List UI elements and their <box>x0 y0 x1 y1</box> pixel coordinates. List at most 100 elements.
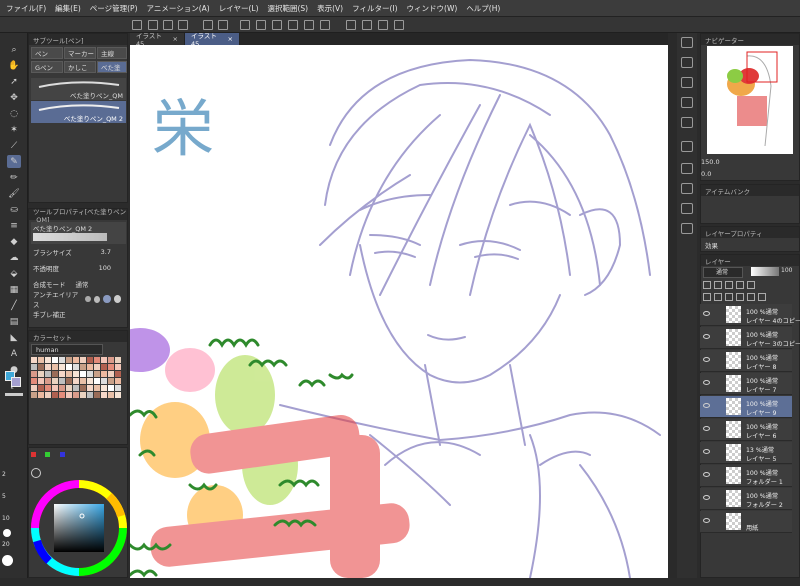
lock-icon[interactable] <box>703 281 711 289</box>
color-swatch[interactable] <box>45 364 51 370</box>
drawing-canvas[interactable]: 栄 <box>130 45 668 578</box>
decoration-icon[interactable]: ≡ <box>7 219 21 232</box>
merge-icon[interactable] <box>736 293 744 301</box>
size-5[interactable]: 5 <box>2 493 6 500</box>
color-swatch[interactable] <box>31 364 37 370</box>
color-swatch[interactable] <box>108 364 114 370</box>
color-swatch[interactable] <box>38 364 44 370</box>
layer-row[interactable]: 100 %通常 レイヤー 7 <box>700 373 792 395</box>
layer-row[interactable]: 100 %通常 レイヤー 3のコピー <box>700 327 800 349</box>
aa-strong-icon[interactable] <box>113 295 122 303</box>
color-swatch[interactable] <box>87 371 93 377</box>
color-swatch[interactable] <box>101 364 107 370</box>
color-swatch[interactable] <box>66 364 72 370</box>
color-swatch[interactable] <box>108 392 114 398</box>
save-icon[interactable] <box>178 20 188 30</box>
color-swatch[interactable] <box>80 357 86 363</box>
color-swatch[interactable] <box>115 357 121 363</box>
color-swatch[interactable] <box>87 378 93 384</box>
color-swatch[interactable] <box>115 364 121 370</box>
color-swatch[interactable] <box>52 378 58 384</box>
canvas-scrollbar[interactable] <box>668 33 677 578</box>
color-swatch[interactable] <box>52 357 58 363</box>
color-swatch[interactable] <box>31 378 37 384</box>
menu-item-8[interactable]: ウィンドウ(W) <box>407 3 458 14</box>
color-swatch[interactable] <box>38 371 44 377</box>
clip-icon[interactable] <box>714 281 722 289</box>
color-swatch[interactable] <box>94 385 100 391</box>
color-swatch[interactable] <box>87 385 93 391</box>
aa-mid-icon[interactable] <box>103 295 111 303</box>
color-swatch[interactable] <box>94 392 100 398</box>
color-swatch[interactable] <box>73 378 79 384</box>
eye-icon[interactable] <box>703 495 710 500</box>
clear-icon[interactable] <box>256 20 266 30</box>
layer-tab[interactable]: レイヤー <box>705 256 731 266</box>
color-swatch[interactable] <box>87 364 93 370</box>
figure-tool-icon[interactable]: ╱ <box>7 299 21 312</box>
sub-color-icon[interactable] <box>11 377 21 387</box>
layer-row[interactable]: 100 %通常 レイヤー 8 <box>700 350 792 372</box>
ref-icon[interactable] <box>725 281 733 289</box>
eye-icon[interactable] <box>703 357 710 362</box>
eyedropper-icon[interactable]: ⟋ <box>7 139 21 152</box>
menu-item-5[interactable]: 選択範囲(S) <box>268 3 309 14</box>
pen-tool-icon[interactable]: ✎ <box>7 155 21 168</box>
menu-item-3[interactable]: アニメーション(A) <box>147 3 210 14</box>
menu-item-9[interactable]: ヘルプ(H) <box>466 3 500 14</box>
brush-item-2[interactable]: べた塗りペン_QM 2 <box>31 101 126 123</box>
subtool-tab-pen[interactable]: ペン <box>31 47 63 59</box>
grid-icon[interactable] <box>320 20 330 30</box>
layer-row[interactable]: 100 %通常 フォルダー 1 <box>700 465 792 487</box>
color-swatch[interactable] <box>38 378 44 384</box>
new-raster-icon[interactable] <box>703 293 711 301</box>
color-swatch[interactable] <box>73 385 79 391</box>
delete-layer-icon[interactable] <box>758 293 766 301</box>
subtool-tab-gpen[interactable]: Gペン <box>31 61 63 73</box>
color-swatch[interactable] <box>52 385 58 391</box>
layer-search-dock-icon[interactable] <box>681 183 693 194</box>
color-swatch[interactable] <box>66 357 72 363</box>
color-swatch[interactable] <box>45 378 51 384</box>
eye-icon[interactable] <box>703 334 710 339</box>
color-swatch[interactable] <box>115 378 121 384</box>
color-swatch[interactable] <box>115 371 121 377</box>
zoom-tool-icon[interactable]: ⌕ <box>7 43 21 56</box>
new-file-icon[interactable] <box>148 20 158 30</box>
menu-item-4[interactable]: レイヤー(L) <box>219 3 259 14</box>
size-20[interactable]: 20 <box>2 541 10 548</box>
selection-icon[interactable] <box>240 20 250 30</box>
color-swatch[interactable] <box>94 378 100 384</box>
quick-access-dock-icon[interactable] <box>681 163 693 174</box>
color-swatch[interactable] <box>108 371 114 377</box>
eye-icon[interactable] <box>703 380 710 385</box>
size-10[interactable]: 10 <box>2 515 10 522</box>
layer-row[interactable]: 100 %通常 レイヤー 9 <box>700 396 792 418</box>
color-swatch[interactable] <box>73 371 79 377</box>
item-bank-dock-icon[interactable] <box>681 141 693 152</box>
layer-row[interactable]: 13 %通常 レイヤー 5 <box>700 442 792 464</box>
color-swatch[interactable] <box>115 385 121 391</box>
color-swatch[interactable] <box>73 357 79 363</box>
special-ruler-icon[interactable] <box>378 20 388 30</box>
tab-illust-1[interactable]: イラスト45 × <box>130 32 185 48</box>
subtool-tab-marker[interactable]: マーカー <box>64 47 96 59</box>
undo-arrow-icon[interactable] <box>203 20 213 30</box>
color-swatch[interactable] <box>52 371 58 377</box>
subtool-tab-kashiko[interactable]: かしこ <box>64 61 96 73</box>
color-swatch[interactable] <box>31 385 37 391</box>
operation-tool-icon[interactable]: ➚ <box>7 75 21 88</box>
navigator-dock-icon[interactable] <box>681 37 693 48</box>
layer-row[interactable]: 100 %通常 レイヤー 6 <box>700 419 792 441</box>
draft-icon[interactable] <box>736 281 744 289</box>
color-swatch[interactable] <box>108 357 114 363</box>
color-swatch[interactable] <box>94 357 100 363</box>
layer-row[interactable]: 用紙 <box>700 511 792 533</box>
layer-opacity-value[interactable]: 100 <box>781 267 792 274</box>
color-swatch[interactable] <box>94 364 100 370</box>
magic-wand-icon[interactable]: ✶ <box>7 123 21 136</box>
new-vector-icon[interactable] <box>714 293 722 301</box>
history-dock-icon[interactable] <box>681 97 693 108</box>
color-swatch[interactable] <box>59 392 65 398</box>
hue-ring[interactable] <box>29 476 129 586</box>
